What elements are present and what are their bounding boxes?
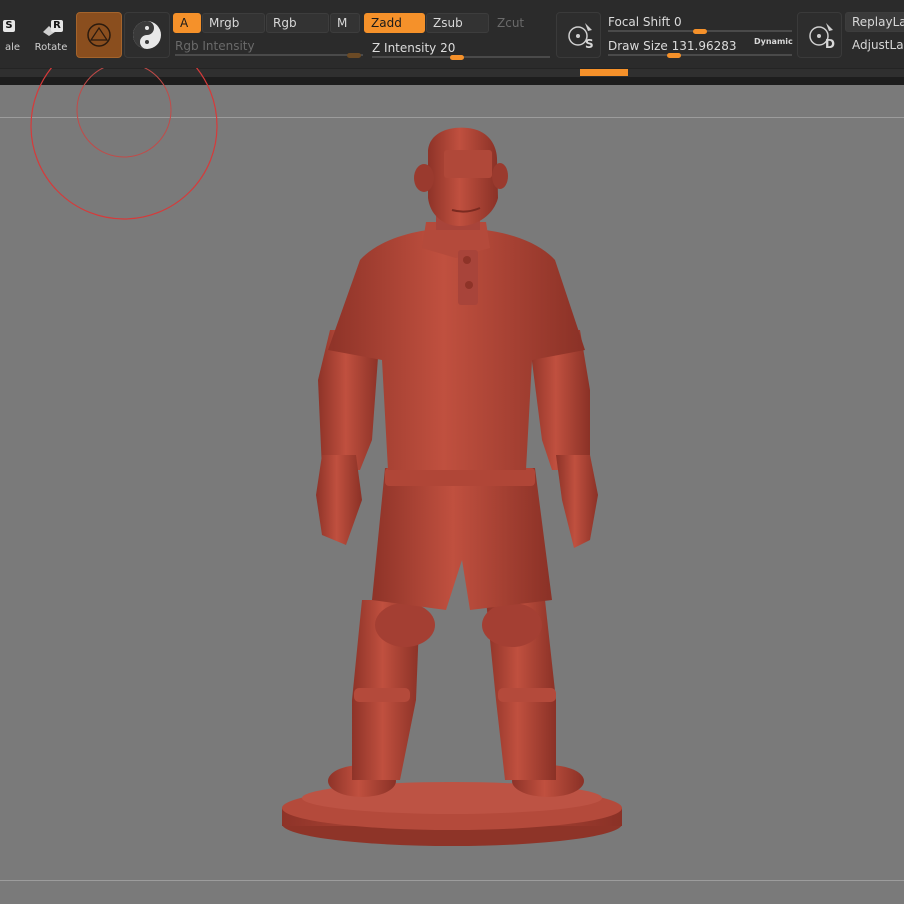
zadd-button[interactable]: Zadd [364, 13, 425, 33]
lightbox-s-icon [568, 23, 592, 46]
material-sphere-icon [133, 21, 161, 49]
brush-icon [87, 23, 111, 47]
focal-shift-value: 0 [674, 15, 682, 29]
scale-icon: S [3, 20, 15, 32]
rotate-key: R [51, 20, 63, 32]
rgb-intensity-knob[interactable] [346, 53, 361, 58]
rotate-label: Rotate [34, 42, 68, 53]
lightbox-d-button[interactable]: D [797, 12, 842, 58]
a-channel-button[interactable]: A [173, 13, 201, 33]
rgb-intensity-slider[interactable]: Rgb Intensity [175, 37, 363, 58]
z-intensity-label: Z Intensity [372, 41, 437, 55]
right-knee [482, 603, 542, 647]
left-knee [375, 603, 435, 647]
document-canvas[interactable] [0, 68, 904, 904]
s-key: S [585, 37, 594, 51]
material-button[interactable] [124, 12, 170, 58]
right-sock-cuff [498, 688, 556, 702]
right-ear [492, 163, 508, 189]
m-button[interactable]: M [330, 13, 360, 33]
rgb-intensity-track [175, 54, 363, 56]
z-intensity-knob[interactable] [450, 55, 465, 60]
active-tab-indicator [580, 69, 628, 76]
mrgb-button[interactable]: Mrgb [202, 13, 265, 33]
waistband [385, 468, 535, 486]
sculpted-figure-model[interactable] [0, 85, 904, 904]
z-intensity-value: 20 [440, 41, 456, 55]
draw-size-value: 131.96283 [671, 39, 737, 53]
focal-shift-knob[interactable] [693, 29, 707, 34]
left-ear [414, 164, 434, 192]
draw-size-knob[interactable] [667, 53, 682, 58]
button-2 [465, 281, 473, 289]
rgb-intensity-label: Rgb Intensity [175, 39, 255, 53]
shorts [372, 468, 552, 610]
brush-button[interactable] [76, 12, 122, 58]
rgb-button[interactable]: Rgb [266, 13, 329, 33]
brow [444, 150, 492, 178]
rotate-tool[interactable]: R Rotate [28, 12, 74, 58]
top-shelf: S ale R Rotate A Mrgb Rgb M Zadd Zsub Zc… [0, 0, 904, 68]
right-hand [556, 455, 598, 548]
button-1 [463, 256, 471, 264]
dynamic-toggle[interactable]: Dynamic [754, 37, 793, 46]
d-key: D [825, 37, 835, 51]
focal-shift-label: Focal Shift [608, 15, 671, 29]
zcut-button[interactable]: Zcut [490, 13, 550, 33]
draw-size-track [608, 54, 792, 56]
z-intensity-slider[interactable]: Z Intensity 20 [372, 39, 550, 60]
zsub-button[interactable]: Zsub [426, 13, 489, 33]
lightbox-d-icon [809, 23, 833, 46]
adjust-last-button[interactable]: AdjustLast [845, 35, 904, 55]
lightbox-s-button[interactable]: S [556, 12, 601, 58]
focal-shift-slider[interactable]: Focal Shift 0 [608, 13, 792, 34]
replay-last-button[interactable]: ReplayLas [845, 12, 904, 32]
left-sock-cuff [354, 688, 410, 702]
draw-size-label: Draw Size [608, 39, 668, 53]
left-hand [316, 455, 362, 545]
